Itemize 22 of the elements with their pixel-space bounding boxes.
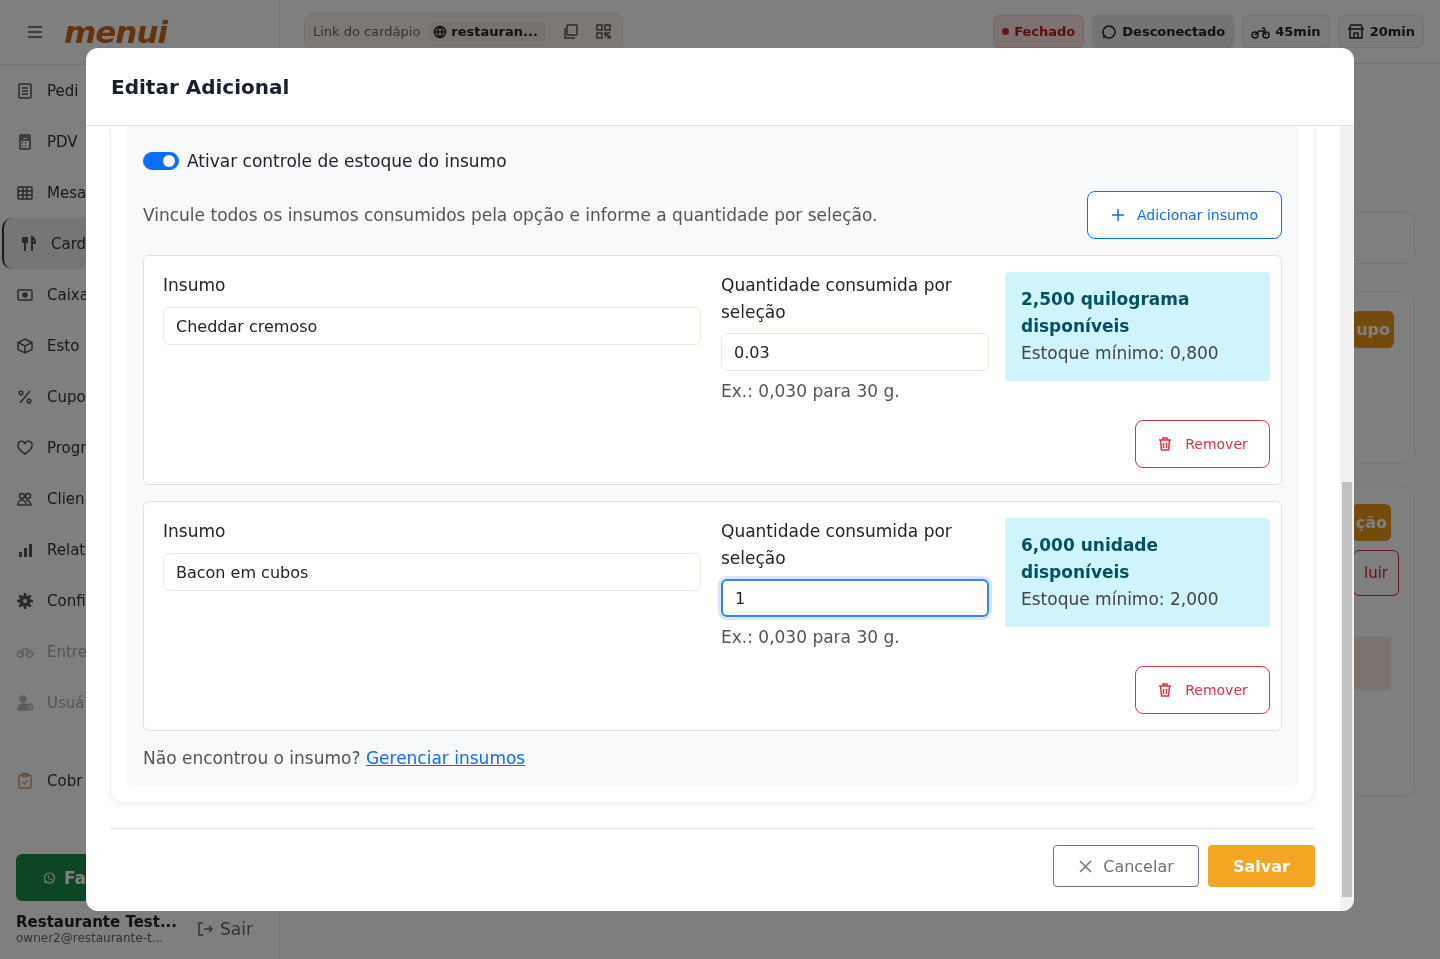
minimum-text: Estoque mínimo: 0,800 bbox=[1021, 342, 1220, 365]
help-text: Não encontrou o insumo? Gerenciar insumos bbox=[143, 748, 527, 768]
logo: menui bbox=[64, 14, 168, 50]
hint-text: Ex.: 0,030 para 30 g. bbox=[721, 626, 901, 648]
field-label: Quantidade consumida por seleção bbox=[721, 274, 953, 324]
link-label: Link do cardápio bbox=[313, 24, 421, 39]
badge-label: Desconectado bbox=[1122, 24, 1226, 39]
account-name: Restaurante Test... bbox=[16, 913, 177, 931]
available-text: 6,000 unidade disponíveis bbox=[1021, 534, 1160, 584]
field-label: Insumo bbox=[163, 520, 227, 543]
minimum-text: Estoque mínimo: 2,000 bbox=[1021, 588, 1220, 611]
badge-label: 20min bbox=[1369, 24, 1415, 39]
hint-text: Ex.: 0,030 para 30 g. bbox=[721, 380, 901, 402]
field-label: Insumo bbox=[163, 274, 227, 297]
toggle-label: Ativar controle de estoque do insumo bbox=[187, 151, 507, 171]
badge-label: 45min bbox=[1275, 24, 1321, 39]
field-label: Quantidade consumida por seleção bbox=[721, 520, 953, 570]
available-text: 2,500 quilograma disponíveis bbox=[1021, 288, 1191, 338]
account-email: owner2@restaurante-t... bbox=[16, 931, 165, 945]
badge-label: Fechado bbox=[1014, 24, 1076, 39]
dialog-title: Editar Adicional bbox=[111, 74, 290, 99]
description-text: Vincule todos os insumos consumidos pela opção e informe a quantidade por seleção. bbox=[143, 205, 878, 225]
